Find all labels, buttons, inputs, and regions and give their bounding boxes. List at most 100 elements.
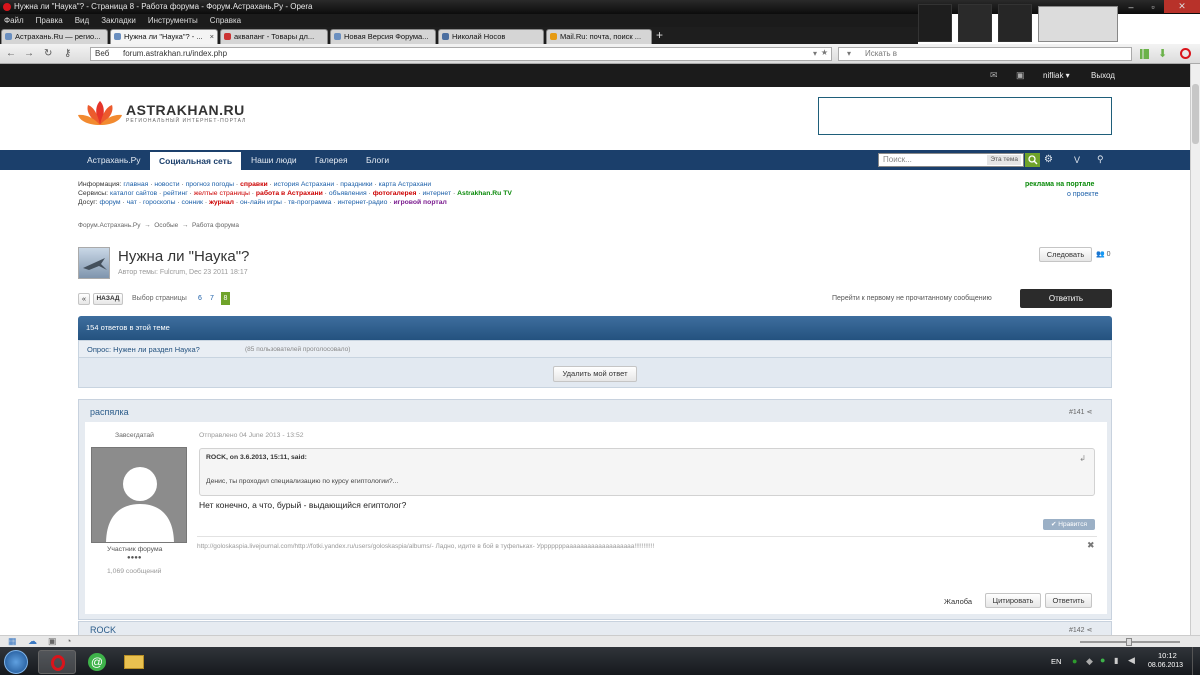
report-link[interactable]: Жалоба	[944, 597, 972, 606]
clock-time[interactable]: 10:12	[1158, 651, 1177, 660]
turbo-icon[interactable]: ◔	[66, 636, 71, 646]
browser-tab[interactable]: Mail.Ru: почта, поиск ...	[546, 29, 652, 44]
tray-icon[interactable]: ◆	[1086, 656, 1093, 667]
url-field[interactable]: Веб forum.astrakhan.ru/index.php ▾ ★	[90, 47, 832, 61]
ad-link[interactable]: реклама на портале	[1025, 181, 1094, 188]
browser-tab-active[interactable]: Нужна ли "Наука"? - ... ×	[110, 29, 218, 44]
breadcrumb-item[interactable]: Работа форума	[192, 222, 239, 229]
maximize-icon[interactable]: ▫	[1142, 0, 1164, 13]
opera-taskbar-button[interactable]	[38, 650, 76, 674]
browser-tab[interactable]: Астрахань.Ru — регио...	[1, 29, 108, 44]
reply-button[interactable]: Ответить	[1020, 289, 1112, 308]
tray-icon[interactable]: ●	[1072, 656, 1077, 666]
logout-link[interactable]: Выход	[1091, 71, 1115, 80]
link[interactable]: он-лайн игры	[240, 199, 282, 206]
close-tab-icon[interactable]: ×	[210, 30, 214, 43]
logo-text[interactable]: ASTRAKHAN.RU	[126, 102, 245, 118]
link[interactable]: новости	[154, 181, 179, 188]
share-icon[interactable]: ⋖	[1087, 627, 1093, 634]
nav-item-blogs[interactable]: Блоги	[357, 150, 398, 170]
link[interactable]: тв-программа	[288, 199, 331, 206]
link[interactable]: справки	[240, 181, 268, 188]
current-page[interactable]: 8	[221, 292, 230, 305]
explorer-taskbar-button[interactable]	[116, 650, 154, 674]
about-link[interactable]: о проекте	[1067, 191, 1098, 198]
link[interactable]: главная	[123, 181, 148, 188]
page-link[interactable]: 7	[210, 295, 214, 302]
reload-icon[interactable]: ↻	[44, 48, 52, 60]
opera-icon[interactable]	[3, 3, 11, 11]
cloud-icon[interactable]: ☁	[28, 636, 37, 647]
nav-item-people[interactable]: Наши люди	[242, 150, 306, 170]
link[interactable]: интернет-радио	[337, 199, 387, 206]
forum-search-input[interactable]: Поиск... Эта тема	[878, 153, 1024, 167]
link[interactable]: форум	[100, 199, 121, 206]
new-tab-icon[interactable]: +	[656, 28, 663, 42]
link[interactable]: игровой портал	[393, 199, 446, 206]
first-unread-link[interactable]: Перейти к первому не прочитанному сообще…	[832, 295, 992, 302]
dropdown-icon[interactable]: ▾	[813, 48, 817, 60]
username-menu[interactable]: nifliak ▾	[1043, 71, 1070, 80]
quote-button[interactable]: Цитировать	[985, 593, 1041, 608]
link[interactable]: журнал	[209, 199, 234, 206]
images-icon[interactable]: ▣	[48, 636, 57, 647]
back-icon[interactable]: ←	[6, 48, 16, 60]
show-desktop-button[interactable]	[1192, 647, 1200, 675]
opera-menu-icon[interactable]	[1180, 48, 1191, 59]
tray-icon[interactable]: ●	[1100, 655, 1105, 665]
link[interactable]: работа в Астрахани	[256, 190, 323, 197]
breadcrumb-item[interactable]: Форум.Астрахань.Ру	[78, 222, 141, 229]
minimize-icon[interactable]: –	[1120, 0, 1142, 13]
link[interactable]: история Астрахани	[274, 181, 334, 188]
link[interactable]: Astrakhan.Ru TV	[457, 190, 512, 197]
v-button[interactable]: V	[1074, 155, 1080, 165]
search-engine-icon[interactable]: ▾	[847, 48, 851, 60]
notifications-icon[interactable]: ▣	[1016, 70, 1025, 81]
desktop-thumbnail[interactable]	[958, 4, 992, 42]
link[interactable]: желтые страницы	[194, 190, 250, 197]
post-number[interactable]: #141 ⋖	[1069, 408, 1092, 416]
delete-vote-button[interactable]: Удалить мой ответ	[553, 366, 637, 382]
link[interactable]: чат	[127, 199, 137, 206]
link[interactable]: сонник	[182, 199, 204, 206]
network-icon[interactable]: ▮	[1114, 656, 1118, 665]
desktop-thumbnail[interactable]	[998, 4, 1032, 42]
browser-tab[interactable]: аквапанг - Товары дл...	[220, 29, 328, 44]
link[interactable]: рейтинг	[163, 190, 188, 197]
scroll-thumb[interactable]	[1192, 84, 1199, 144]
post-number[interactable]: #142 ⋖	[1069, 626, 1092, 634]
menu-item[interactable]: Закладки	[101, 14, 136, 27]
topic-author-avatar[interactable]	[78, 247, 110, 279]
breadcrumb-item[interactable]: Особые	[154, 222, 178, 229]
star-icon[interactable]: ★	[821, 47, 828, 59]
link[interactable]: праздники	[340, 181, 372, 188]
menu-item[interactable]: Справка	[210, 14, 241, 27]
volume-icon[interactable]: ◀	[1128, 655, 1135, 666]
link[interactable]: каталог сайтов	[110, 190, 157, 197]
quote-jump-icon[interactable]: ↲	[1079, 454, 1086, 463]
share-icon[interactable]: ⋖	[1087, 409, 1093, 416]
messages-icon[interactable]: ✉	[990, 70, 998, 81]
search-button[interactable]	[1025, 153, 1040, 167]
browser-search-field[interactable]: ▾ Искать в	[838, 47, 1132, 61]
close-icon[interactable]: ✕	[1164, 0, 1200, 13]
first-page-button[interactable]: «	[78, 293, 90, 305]
language-indicator[interactable]: EN	[1051, 657, 1061, 666]
start-button[interactable]	[4, 650, 28, 674]
download-icon[interactable]: ⬇	[1158, 47, 1167, 60]
hide-signature-icon[interactable]: ✖	[1087, 540, 1095, 551]
post-author[interactable]: ROCK	[90, 625, 116, 635]
link[interactable]: гороскопы	[143, 199, 175, 206]
menu-item[interactable]: Вид	[75, 14, 89, 27]
desktop-widget[interactable]	[1038, 6, 1118, 42]
post-reply-button[interactable]: Ответить	[1045, 593, 1092, 608]
vertical-scrollbar[interactable]	[1190, 64, 1200, 635]
clock-date[interactable]: 08.06.2013	[1148, 662, 1183, 669]
ad-banner[interactable]	[818, 97, 1112, 135]
browser-tab[interactable]: Новая Версия Форума...	[330, 29, 436, 44]
zoom-handle[interactable]	[1126, 638, 1132, 646]
key-icon[interactable]: ⚷	[64, 48, 71, 60]
like-button[interactable]: ✔ Нравится	[1043, 519, 1095, 530]
mail-agent-taskbar-button[interactable]: @	[78, 650, 116, 674]
nav-item-social[interactable]: Социальная сеть	[150, 152, 242, 170]
